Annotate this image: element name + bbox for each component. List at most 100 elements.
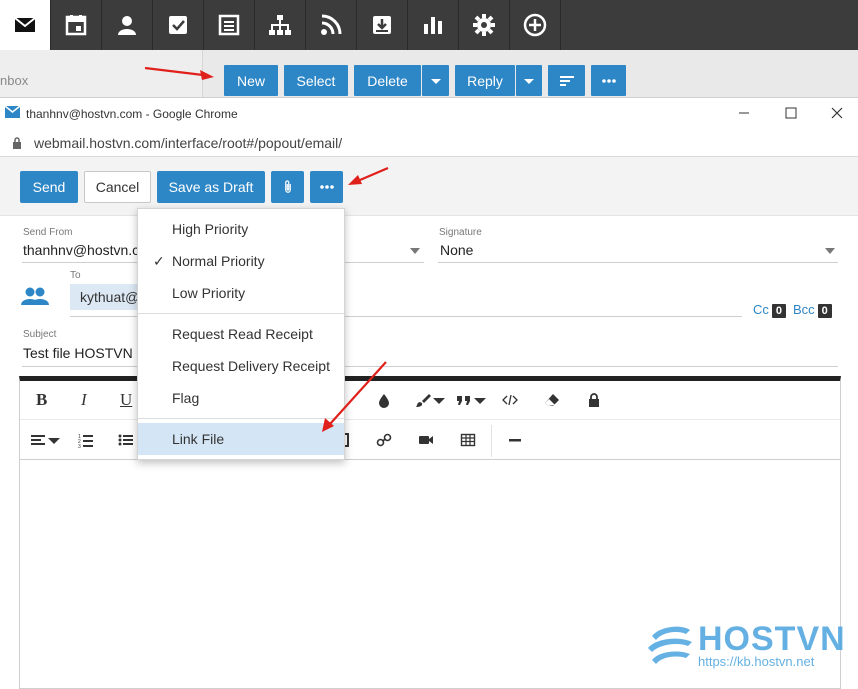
bcc-label: Bcc <box>793 302 815 317</box>
numbered-list-icon: 123 <box>78 434 93 448</box>
more-options-button[interactable] <box>310 171 343 203</box>
numbered-list-button[interactable]: 123 <box>78 431 94 449</box>
sitemap-icon <box>269 15 291 35</box>
menu-item-label: Request Read Receipt <box>172 326 313 342</box>
signature-label: Signature <box>439 227 482 238</box>
horizontal-rule-button[interactable] <box>507 431 523 449</box>
send-button[interactable]: Send <box>20 171 78 203</box>
caret-down-icon <box>474 398 486 404</box>
sort-icon <box>559 75 574 86</box>
menu-item-link-file[interactable]: Link File <box>138 423 344 455</box>
code-button[interactable] <box>502 391 518 409</box>
reply-dropdown-button[interactable] <box>516 65 542 96</box>
lock-icon <box>589 393 599 407</box>
reply-button[interactable]: Reply <box>455 65 515 96</box>
to-label: To <box>70 270 81 281</box>
notes-icon <box>218 14 240 36</box>
sort-button[interactable] <box>548 65 585 96</box>
align-left-icon <box>31 435 45 445</box>
menu-item-read-receipt[interactable]: Request Read Receipt <box>138 318 344 350</box>
cc-count-badge: 0 <box>771 304 787 318</box>
caret-down-icon <box>433 398 445 404</box>
clear-format-button[interactable] <box>544 391 560 409</box>
settings-icon <box>473 14 495 36</box>
nav-rss[interactable] <box>306 0 357 50</box>
more-icon <box>601 78 616 83</box>
contacts-book-icon[interactable] <box>20 286 50 306</box>
checkmark-icon: ✓ <box>153 252 165 269</box>
link-button[interactable] <box>376 431 392 449</box>
cc-toggle[interactable]: Cc 0 <box>753 302 787 318</box>
reports-icon <box>424 17 442 34</box>
signature-select[interactable]: None <box>440 242 473 258</box>
recipient-chip[interactable]: kythuat@ <box>70 284 140 310</box>
menu-item-label: Request Delivery Receipt <box>172 358 330 374</box>
align-button[interactable] <box>30 431 62 449</box>
nav-reports[interactable] <box>408 0 459 50</box>
calendar-icon <box>65 15 87 36</box>
caret-down-icon <box>430 78 441 84</box>
menu-item-high-priority[interactable]: High Priority <box>138 213 344 245</box>
table-button[interactable] <box>460 431 476 449</box>
menu-separator <box>138 313 344 314</box>
window-title: thanhnv@hostvn.com - Google Chrome <box>26 107 238 121</box>
attach-button[interactable] <box>271 171 304 203</box>
nav-settings[interactable] <box>459 0 510 50</box>
caret-down-icon <box>48 438 60 444</box>
send-from-select[interactable]: thanhnv@hostvn.c <box>23 242 139 258</box>
video-button[interactable] <box>418 431 434 449</box>
lock-button[interactable] <box>586 391 602 409</box>
address-bar[interactable]: webmail.hostvn.com/interface/root#/popou… <box>0 128 858 157</box>
folder-pane: nbox <box>0 50 203 97</box>
compose-toolbar: Send Cancel Save as Draft <box>0 157 858 216</box>
bullet-list-button[interactable] <box>118 431 134 449</box>
nav-sitemap[interactable] <box>255 0 306 50</box>
menu-item-delivery-receipt[interactable]: Request Delivery Receipt <box>138 350 344 382</box>
select-button[interactable]: Select <box>284 65 348 96</box>
delete-dropdown-button[interactable] <box>422 65 449 96</box>
caret-down-icon <box>524 78 534 84</box>
app-nav-bar <box>0 0 858 50</box>
paperclip-icon <box>284 180 291 193</box>
folder-label: nbox <box>0 73 29 88</box>
table-icon <box>460 433 476 447</box>
video-icon <box>419 436 433 444</box>
close-icon[interactable] <box>829 105 845 121</box>
underline-button[interactable]: U <box>120 390 132 409</box>
delete-button[interactable]: Delete <box>354 65 421 96</box>
nav-add[interactable] <box>510 0 561 50</box>
minimize-icon[interactable] <box>736 105 752 121</box>
watermark-url: https://kb.hostvn.net <box>698 654 815 669</box>
url-text: webmail.hostvn.com/interface/root#/popou… <box>34 135 343 151</box>
eraser-icon <box>545 394 559 406</box>
italic-button[interactable]: I <box>81 390 87 409</box>
menu-item-low-priority[interactable]: Low Priority <box>138 277 344 309</box>
bullet-list-icon <box>118 434 133 446</box>
send-from-caret[interactable] <box>410 248 420 254</box>
highlight-button[interactable] <box>415 391 447 409</box>
save-draft-button[interactable]: Save as Draft <box>157 171 265 203</box>
subject-input[interactable]: Test file HOSTVN <box>23 345 133 361</box>
maximize-icon[interactable] <box>783 105 799 121</box>
nav-calendar[interactable] <box>51 0 102 50</box>
menu-item-flag[interactable]: Flag <box>138 382 344 414</box>
menu-separator <box>138 418 344 419</box>
nav-archive[interactable] <box>357 0 408 50</box>
menu-item-label: Flag <box>172 390 200 406</box>
signature-underline <box>438 262 838 263</box>
bold-button[interactable]: B <box>36 390 47 409</box>
signature-caret[interactable] <box>825 248 835 254</box>
more-mail-actions-button[interactable] <box>591 65 626 96</box>
cancel-button[interactable]: Cancel <box>84 171 151 203</box>
quote-button[interactable] <box>456 391 488 409</box>
nav-notes[interactable] <box>204 0 255 50</box>
more-icon <box>319 185 334 189</box>
nav-mail[interactable] <box>0 0 51 50</box>
bcc-toggle[interactable]: Bcc 0 <box>793 302 832 318</box>
new-button[interactable]: New <box>224 65 278 96</box>
nav-contacts[interactable] <box>102 0 153 50</box>
nav-tasks[interactable] <box>153 0 204 50</box>
text-color-button[interactable] <box>376 391 392 409</box>
menu-item-label: Link File <box>172 431 225 447</box>
menu-item-normal-priority[interactable]: ✓ Normal Priority <box>138 245 344 277</box>
